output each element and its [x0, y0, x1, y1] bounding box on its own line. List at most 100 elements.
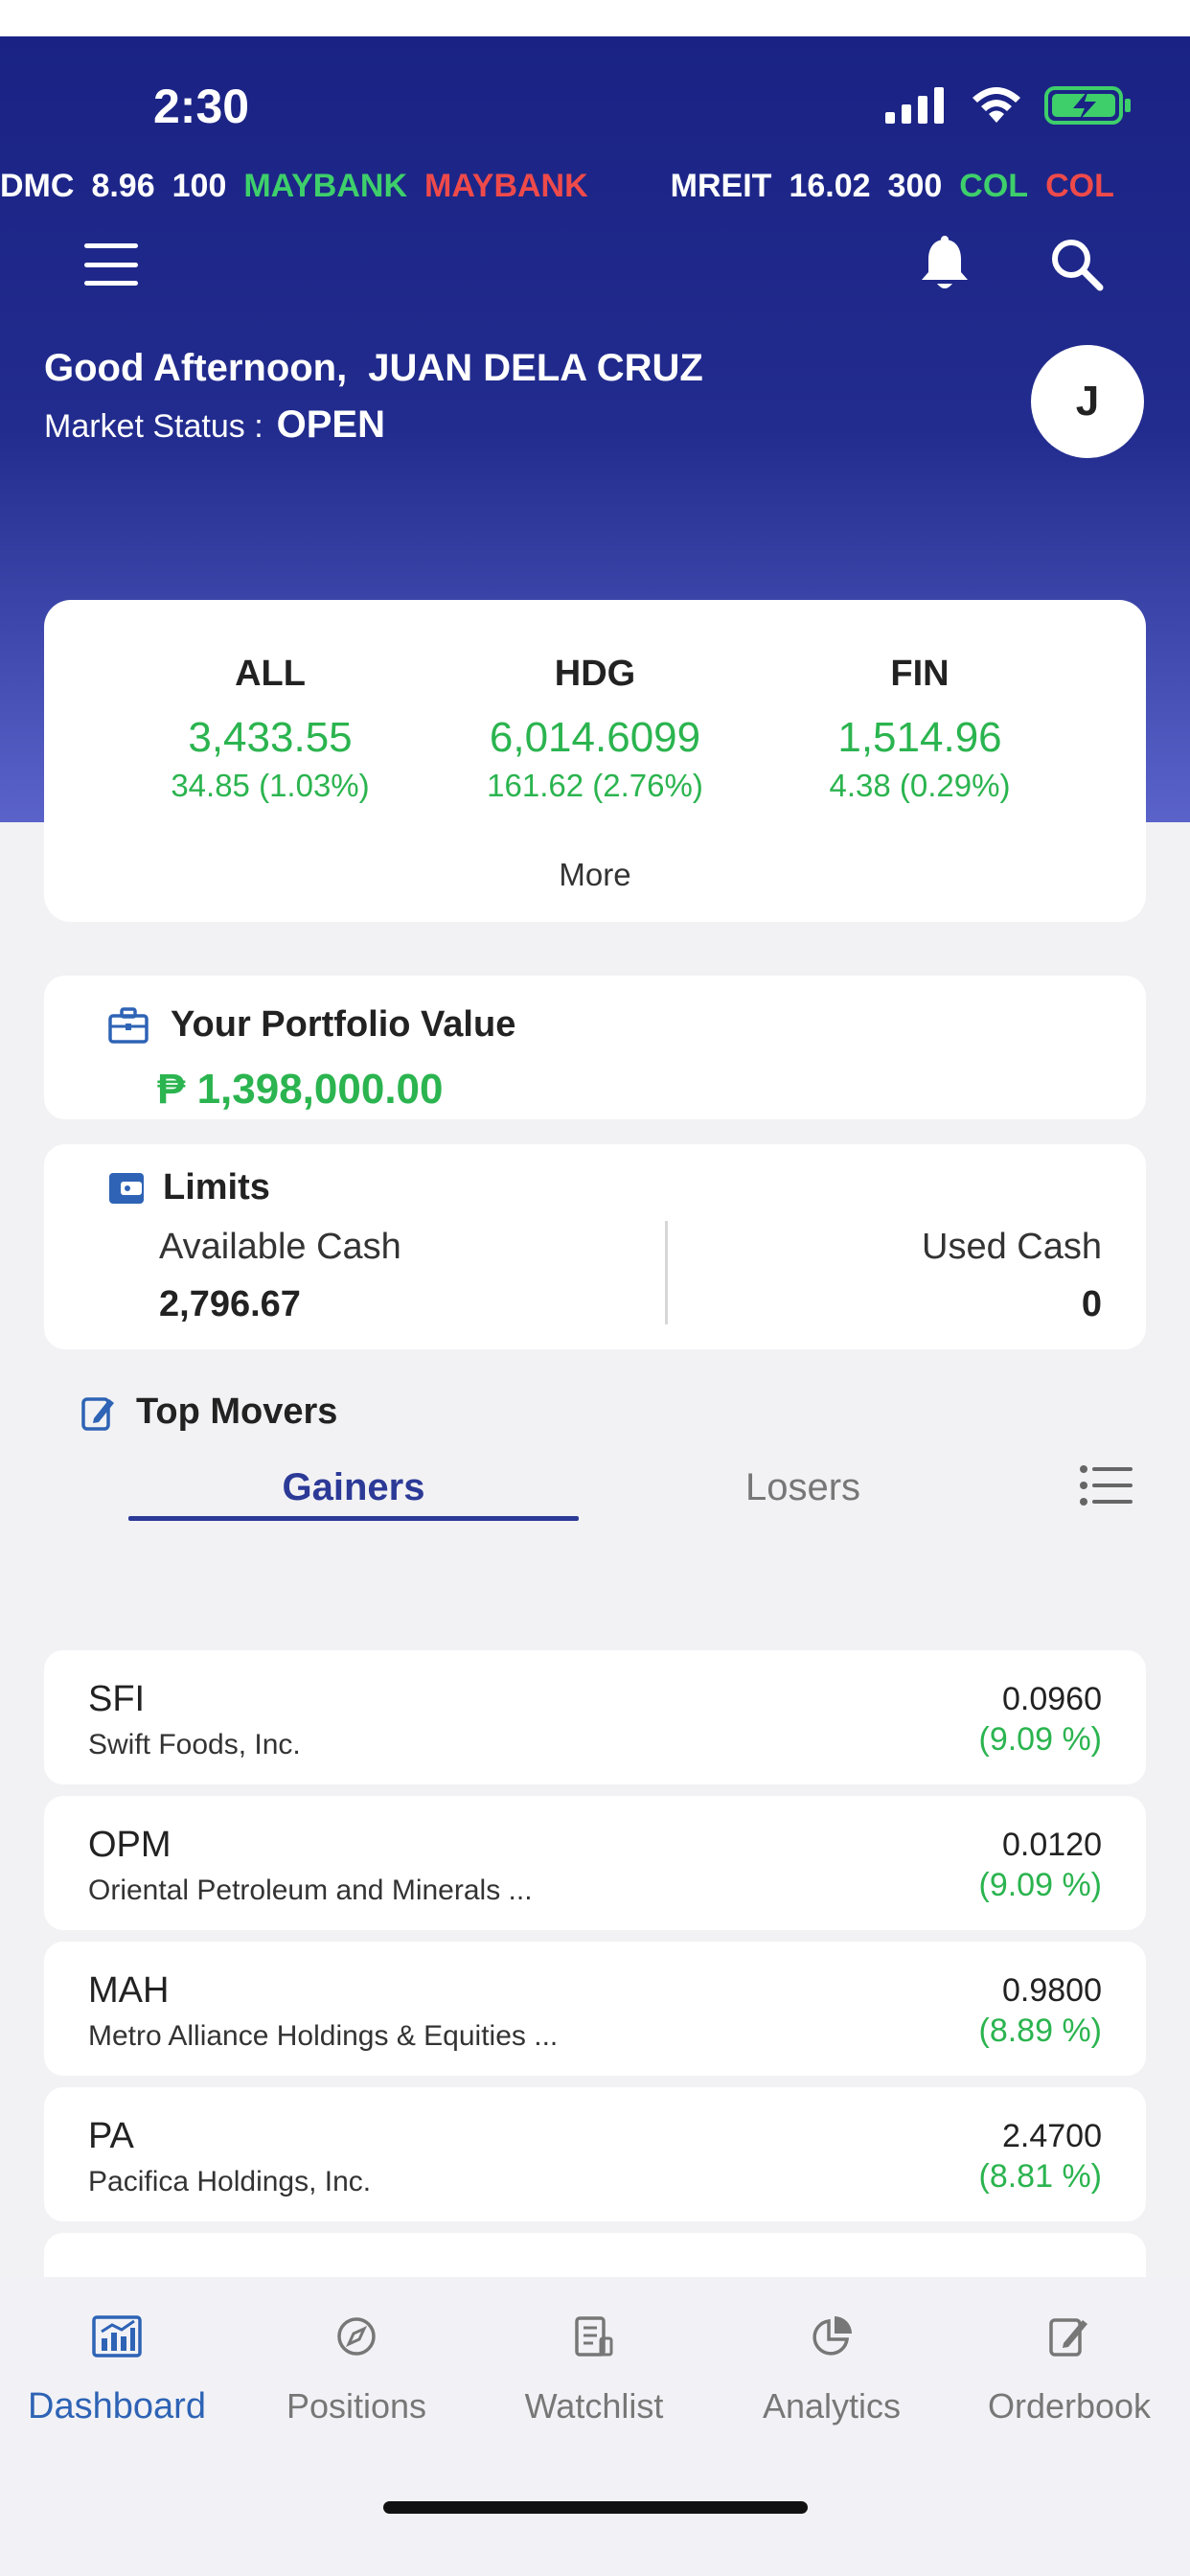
mover-price: 0.9800	[1002, 1972, 1102, 2009]
mover-symbol: SFI	[88, 1679, 146, 1719]
mover-row[interactable]: MAH Metro Alliance Holdings & Equities .…	[44, 1942, 1146, 2076]
limits-card: Limits Available Cash 2,796.67 Used Cash…	[44, 1144, 1146, 1349]
nav-orderbook[interactable]: Orderbook	[954, 2308, 1184, 2426]
index-change-value: 34.85	[171, 768, 250, 803]
stock-ticker: DMC 8.96 100 MAYBANK MAYBANK MREIT 16.02…	[0, 158, 1190, 214]
top-strip	[0, 0, 1190, 36]
ticker-price: 16.02	[789, 167, 871, 204]
nav-label: Orderbook	[987, 2386, 1152, 2426]
search-icon[interactable]	[1048, 236, 1106, 293]
document-icon	[575, 2316, 613, 2357]
battery-charging-icon	[1044, 86, 1131, 125]
nav-dashboard[interactable]: Dashboard	[2, 2308, 232, 2427]
greeting-block: Good Afternoon, JUAN DELA CRUZ Market St…	[44, 347, 703, 447]
ticker-price: 8.96	[91, 167, 155, 204]
status-icons	[885, 84, 1133, 126]
app-toolbar	[0, 230, 1190, 297]
briefcase-icon	[108, 1006, 149, 1044]
top-movers-header: Top Movers	[80, 1392, 337, 1433]
index-value: 3,433.55	[188, 714, 353, 761]
market-status: Market Status : OPEN	[44, 403, 703, 447]
index-value: 6,014.6099	[489, 714, 701, 761]
nav-label: Analytics	[762, 2386, 902, 2426]
compass-icon	[337, 2317, 376, 2356]
wallet-icon	[109, 1172, 144, 1204]
index-name: HDG	[554, 654, 636, 694]
nav-label: Positions	[286, 2386, 427, 2426]
mover-company: Oriental Petroleum and Minerals ...	[88, 1874, 533, 1906]
mover-symbol: OPM	[88, 1825, 172, 1865]
cellular-signal-icon	[885, 87, 944, 124]
mover-row[interactable]: OPM Oriental Petroleum and Minerals ... …	[44, 1796, 1146, 1930]
ticker-symbol: DMC	[0, 167, 75, 204]
market-status-value: OPEN	[276, 403, 385, 446]
index-item[interactable]: HDG 6,014.6099 161.62 (2.76%)	[432, 654, 758, 804]
tab-losers[interactable]: Losers	[578, 1466, 1028, 1509]
user-name: JUAN DELA CRUZ	[368, 347, 703, 389]
limits-title-row: Limits	[107, 1167, 270, 1208]
index-name: FIN	[890, 654, 950, 694]
mover-company: Metro Alliance Holdings & Equities ...	[88, 2020, 559, 2052]
ticker-buyer: MAYBANK	[243, 167, 408, 204]
index-change-pct: (0.29%)	[899, 768, 1011, 803]
index-change: 34.85 (1.03%)	[107, 768, 433, 804]
app-root: 2:30 DMC 8.96 100 MAYBANK MAYBANK MREIT …	[0, 0, 1190, 2576]
index-item[interactable]: FIN 1,514.96 4.38 (0.29%)	[757, 654, 1083, 804]
ticker-seller: MAYBANK	[424, 167, 588, 204]
ticker-symbol: MREIT	[670, 167, 772, 204]
index-change: 161.62 (2.76%)	[432, 768, 758, 804]
index-item[interactable]: ALL 3,433.55 34.85 (1.03%)	[107, 654, 433, 804]
ticker-seller: COL	[1045, 167, 1114, 204]
available-cash-label: Available Cash	[159, 1227, 401, 1267]
index-change: 4.38 (0.29%)	[757, 768, 1083, 804]
ticker-item[interactable]: MREIT 16.02 300 COL COL	[671, 168, 1114, 205]
bell-icon[interactable]	[918, 236, 972, 293]
mover-row[interactable]: PA Pacifica Holdings, Inc. 2.4700 (8.81 …	[44, 2087, 1146, 2221]
portfolio-title: Your Portfolio Value	[171, 1004, 516, 1045]
tab-gainers[interactable]: Gainers	[128, 1466, 579, 1509]
edit-icon	[81, 1396, 114, 1431]
ticker-volume: 300	[887, 167, 943, 204]
dashboard-icon	[92, 2315, 142, 2358]
indices-more-link[interactable]: More	[44, 857, 1146, 893]
nav-label: Watchlist	[524, 2386, 664, 2426]
portfolio-value-card[interactable]: Your Portfolio Value ₱ 1,398,000.00	[44, 976, 1146, 1119]
used-cash-value: 0	[1081, 1284, 1102, 1324]
limits-title: Limits	[163, 1167, 270, 1208]
index-name: ALL	[235, 654, 306, 694]
nav-label: Dashboard	[28, 2386, 206, 2426]
mover-company: Pacifica Holdings, Inc.	[88, 2166, 372, 2197]
mover-row[interactable]: SFI Swift Foods, Inc. 0.0960 (9.09 %)	[44, 1650, 1146, 1784]
nav-watchlist[interactable]: Watchlist	[479, 2308, 709, 2426]
greeting-line: Good Afternoon, JUAN DELA CRUZ	[44, 347, 703, 390]
available-cash-value: 2,796.67	[159, 1284, 301, 1324]
nav-positions[interactable]: Positions	[241, 2308, 471, 2426]
hamburger-icon[interactable]	[84, 243, 138, 286]
ticker-item[interactable]: DMC 8.96 100 MAYBANK MAYBANK	[0, 168, 588, 205]
market-status-label: Market Status :	[44, 408, 263, 445]
mover-symbol: MAH	[88, 1970, 170, 2011]
list-view-icon[interactable]	[1079, 1464, 1133, 1506]
nav-analytics[interactable]: Analytics	[717, 2308, 947, 2426]
portfolio-title-row: Your Portfolio Value	[107, 1004, 515, 1046]
mover-pct: (8.89 %)	[978, 2012, 1103, 2049]
bottom-nav: Dashboard Positions Watchlist Analytics …	[0, 2277, 1190, 2576]
home-indicator[interactable]	[383, 2501, 808, 2514]
mover-symbol: PA	[88, 2116, 134, 2156]
mover-pct: (9.09 %)	[978, 1721, 1103, 1758]
mover-price: 2.4700	[1002, 2118, 1102, 2154]
market-indices-card: ALL 3,433.55 34.85 (1.03%) HDG 6,014.609…	[44, 600, 1146, 922]
mover-price: 0.0960	[1002, 1681, 1102, 1717]
mover-pct: (8.81 %)	[978, 2158, 1103, 2195]
status-bar: 2:30	[0, 36, 1190, 175]
index-change-value: 161.62	[487, 768, 584, 803]
wifi-icon	[973, 87, 1020, 123]
greeting-prefix: Good Afternoon,	[44, 347, 348, 389]
index-value: 1,514.96	[837, 714, 1002, 761]
mover-pct: (9.09 %)	[978, 1867, 1103, 1903]
portfolio-value: ₱ 1,398,000.00	[157, 1066, 444, 1113]
avatar[interactable]: J	[1031, 345, 1144, 458]
pie-chart-icon	[812, 2316, 852, 2356]
edit-document-icon	[1049, 2318, 1087, 2357]
ticker-volume: 100	[172, 167, 227, 204]
